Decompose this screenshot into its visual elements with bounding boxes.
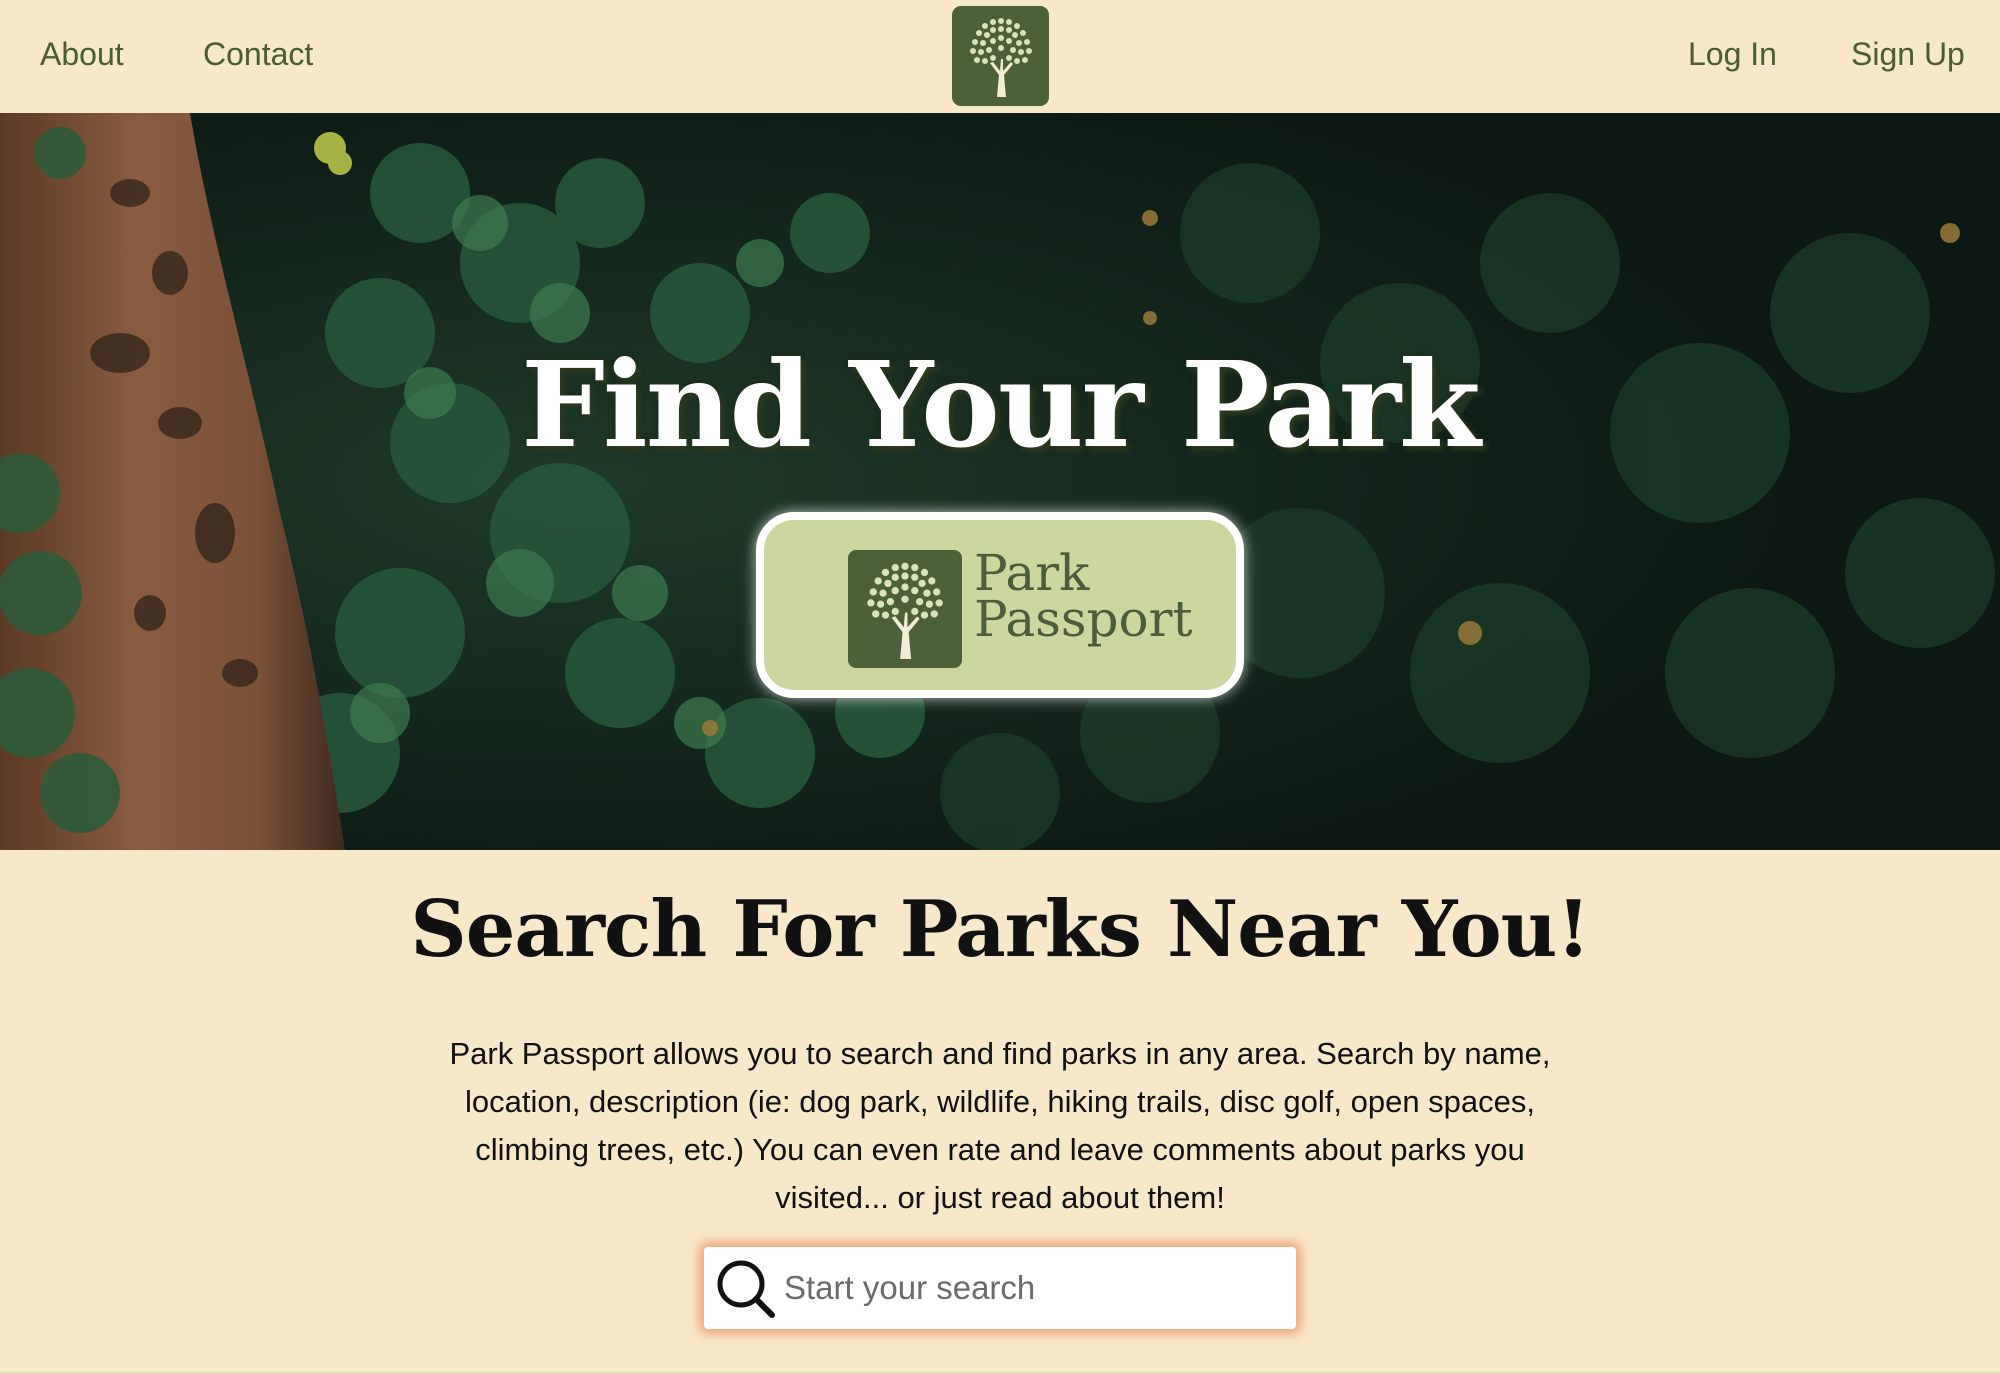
nav-about-link[interactable]: About xyxy=(40,36,124,73)
search-input[interactable] xyxy=(784,1257,1284,1319)
nav-login-link[interactable]: Log In xyxy=(1688,36,1777,73)
home-logo-button[interactable] xyxy=(952,6,1049,106)
forest-background-image xyxy=(0,113,2000,850)
search-icon xyxy=(717,1260,775,1318)
badge-logo xyxy=(848,550,962,668)
hero-title: Find Your Park xyxy=(521,335,1481,474)
top-navigation: About Contact Log In Sign Up xyxy=(0,0,2000,113)
tree-icon xyxy=(969,18,1032,97)
badge-line-passport: Passport xyxy=(974,590,1193,648)
nav-signup-link[interactable]: Sign Up xyxy=(1851,36,1965,73)
badge-wordmark: Park Passport xyxy=(974,548,1193,648)
hero-banner: Find Your Park Park Passport xyxy=(0,113,2000,850)
search-section-heading: Search For Parks Near You! xyxy=(410,884,1590,975)
tree-icon xyxy=(867,562,943,659)
park-passport-badge: Park Passport xyxy=(756,512,1244,698)
search-bar[interactable] xyxy=(704,1247,1296,1329)
nav-contact-link[interactable]: Contact xyxy=(203,36,313,73)
search-section-description: Park Passport allows you to search and f… xyxy=(449,1036,1551,1215)
